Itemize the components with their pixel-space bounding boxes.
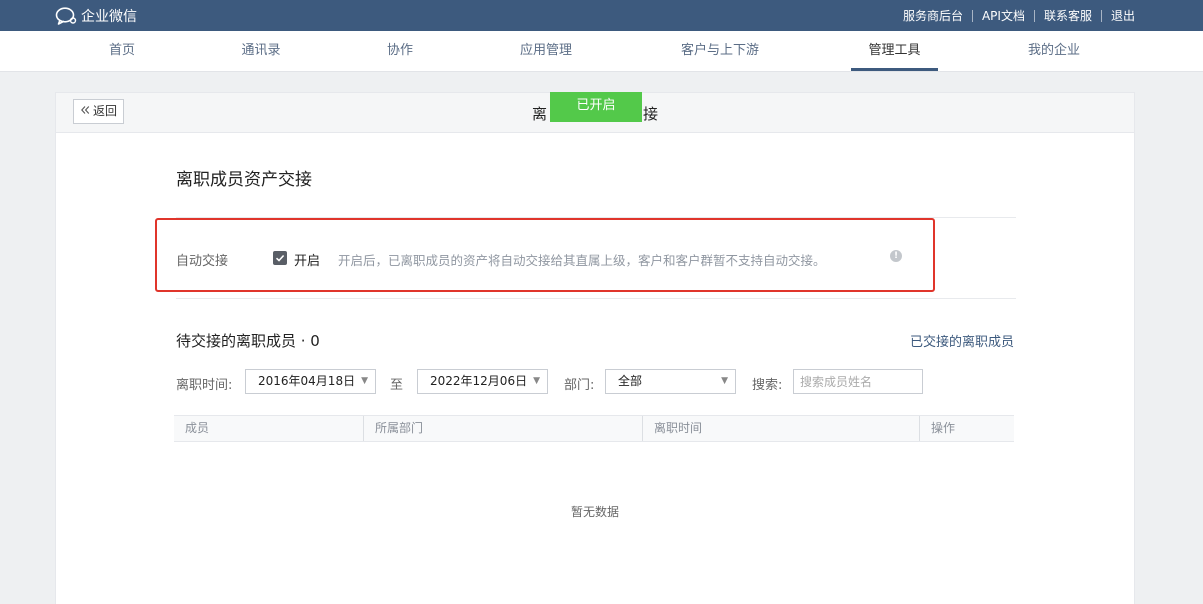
link-contact-support[interactable]: 联系客服 bbox=[1044, 7, 1092, 24]
separator bbox=[971, 9, 973, 22]
search-label: 搜索: bbox=[752, 378, 783, 393]
card-header: 返回 离 接 已开启 bbox=[56, 92, 1134, 133]
caret-down-icon: ▼ bbox=[721, 376, 728, 386]
department-select[interactable]: 全部 ▼ bbox=[605, 369, 736, 394]
chat-bubble-icon bbox=[55, 7, 77, 25]
nav-my-enterprise[interactable]: 我的企业 bbox=[1014, 31, 1094, 71]
department-label: 部门: bbox=[564, 378, 595, 393]
column-actions: 操作 bbox=[919, 416, 1014, 441]
handed-over-members-link[interactable]: 已交接的离职成员 bbox=[910, 331, 1014, 350]
success-toast: 已开启 bbox=[550, 92, 642, 122]
link-service-backend[interactable]: 服务商后台 bbox=[903, 7, 963, 24]
auto-handover-on-label[interactable]: 开启 bbox=[294, 250, 320, 269]
column-member: 成员 bbox=[185, 421, 210, 435]
link-api-docs[interactable]: API文档 bbox=[982, 7, 1025, 24]
double-chevron-left-icon bbox=[80, 100, 90, 123]
nav-contacts[interactable]: 通讯录 bbox=[226, 31, 296, 71]
pending-members-title: 待交接的离职成员 · 0 bbox=[176, 332, 320, 350]
end-date-select[interactable]: 2022年12月06日 ▼ bbox=[417, 369, 548, 394]
app-logo[interactable]: 企业微信 bbox=[55, 6, 137, 26]
nav-management-tools[interactable]: 管理工具 bbox=[851, 31, 938, 71]
nav-home[interactable]: 首页 bbox=[92, 31, 152, 71]
auto-handover-label: 自动交接 bbox=[176, 254, 229, 269]
nav-customers[interactable]: 客户与上下游 bbox=[670, 31, 770, 71]
column-leave-time: 离职时间 bbox=[642, 416, 919, 441]
app-name: 企业微信 bbox=[81, 9, 137, 25]
auto-handover-checkbox[interactable] bbox=[273, 251, 287, 265]
nav-collaboration[interactable]: 协作 bbox=[370, 31, 430, 71]
date-filter-label: 离职时间: bbox=[176, 378, 233, 393]
main-nav: 首页 通讯录 协作 应用管理 客户与上下游 管理工具 我的企业 bbox=[0, 31, 1203, 72]
back-label: 返回 bbox=[93, 104, 118, 118]
main-card: 返回 离 接 已开启 离职成员资产交接 自动交接 开启 开启后，已离职成员的资产将… bbox=[55, 92, 1135, 604]
caret-down-icon: ▼ bbox=[361, 376, 368, 386]
separator bbox=[1033, 9, 1035, 22]
empty-state-text: 暂无数据 bbox=[570, 505, 619, 519]
top-links: 服务商后台 API文档 联系客服 退出 bbox=[903, 7, 1135, 24]
top-bar: 企业微信 服务商后台 API文档 联系客服 退出 bbox=[0, 0, 1203, 31]
auto-handover-description: 开启后，已离职成员的资产将自动交接给其直属上级，客户和客户群暂不支持自动交接。 bbox=[338, 253, 826, 268]
checkmark-icon bbox=[275, 254, 285, 262]
start-date-value: 2016年04月18日 bbox=[258, 374, 356, 388]
back-button[interactable]: 返回 bbox=[73, 99, 125, 124]
table-header: 成员 所属部门 离职时间 操作 bbox=[174, 415, 1014, 442]
nav-app-management[interactable]: 应用管理 bbox=[506, 31, 586, 71]
search-input[interactable] bbox=[793, 369, 923, 394]
divider bbox=[176, 298, 1016, 299]
caret-down-icon: ▼ bbox=[533, 376, 540, 386]
end-date-value: 2022年12月06日 bbox=[430, 374, 528, 388]
to-label: 至 bbox=[390, 378, 404, 393]
separator bbox=[1100, 9, 1102, 22]
page-title-start: 离 bbox=[532, 105, 548, 123]
column-department: 所属部门 bbox=[363, 416, 642, 441]
department-value: 全部 bbox=[618, 374, 643, 388]
section-title: 离职成员资产交接 bbox=[176, 170, 312, 190]
info-icon[interactable]: ! bbox=[890, 250, 902, 262]
link-logout[interactable]: 退出 bbox=[1111, 7, 1135, 24]
page-title-end: 接 bbox=[643, 105, 659, 123]
start-date-select[interactable]: 2016年04月18日 ▼ bbox=[245, 369, 376, 394]
